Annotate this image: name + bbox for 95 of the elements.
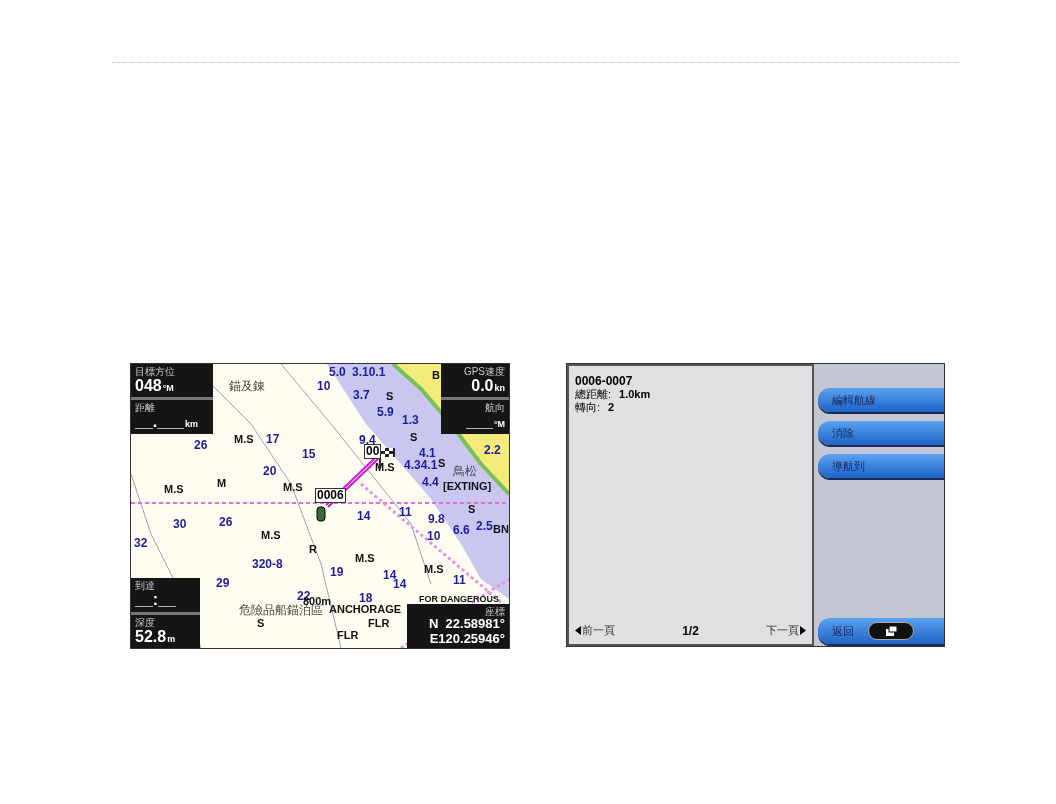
depth-sounding: 3.7	[353, 389, 370, 401]
place-name: 危險品船錨泊區	[239, 604, 323, 616]
depth-sounding: 18	[359, 592, 373, 604]
detail-label: 總距離:	[575, 388, 612, 401]
depth-sounding: 1.3	[402, 414, 419, 426]
field-label: 深度	[135, 616, 156, 628]
depth-sounding: 14	[393, 578, 407, 590]
data-field[interactable]: 航向 ___°M	[441, 400, 509, 434]
depth-sounding: 26	[194, 439, 208, 451]
data-field[interactable]: GPS速度 0.0 kn	[441, 364, 509, 398]
field-value: __:__	[135, 591, 177, 610]
chart-label: S	[438, 458, 446, 469]
chart-label: FLR	[337, 630, 359, 641]
chart-label: S	[257, 618, 265, 629]
boat-icon	[316, 506, 326, 522]
depth-sounding: 3.10.1	[352, 366, 386, 378]
right-triangle-icon	[800, 626, 806, 635]
detail-value: 1.0km	[619, 388, 651, 401]
field-label: GPS速度	[463, 366, 505, 377]
chart-label: M.S	[261, 530, 281, 541]
detail-label: 轉向:	[575, 400, 601, 414]
left-triangle-icon	[575, 626, 581, 635]
chart-label: B	[432, 370, 440, 381]
route-name: 0006-0007	[575, 374, 634, 388]
depth-sounding: 14	[383, 569, 397, 581]
depth-sounding: 19	[330, 566, 344, 578]
chart-label: M.S	[355, 553, 375, 564]
chart-label: FOR DANGEROUS	[419, 595, 499, 604]
chart-label: M.S	[164, 484, 184, 495]
menu-key-icon	[868, 622, 914, 640]
depth-sounding: 5.0	[329, 366, 346, 378]
chart-label: ANCHORAGE	[329, 604, 402, 615]
menu-button[interactable]: 消除	[818, 421, 944, 445]
chart-label: BN	[493, 524, 509, 535]
chart-label: S	[386, 391, 394, 402]
data-field[interactable]: 距離 __.___km	[131, 400, 213, 434]
coordinates-field[interactable]: 座標 N 22.58981° E120.25946°	[407, 604, 509, 648]
chart-label: R	[309, 544, 317, 555]
depth-sounding: 320-8	[252, 558, 283, 570]
field-label: 目標方位	[135, 366, 176, 377]
chart-label: M.S	[234, 434, 254, 445]
depth-sounding: 5.9	[377, 406, 394, 418]
menu-button[interactable]: 編輯航線	[818, 388, 944, 412]
chart-label: FLR	[368, 618, 390, 629]
coordinate-value: E120.25946°	[429, 631, 505, 646]
field-value: __.___km	[135, 413, 199, 432]
depth-sounding: 9.8	[428, 513, 445, 525]
chart-label: [EXTING]	[443, 481, 492, 492]
field-value: 048°M	[135, 377, 175, 396]
field-label: 航向	[485, 402, 505, 414]
field-value: 52.8 m	[135, 627, 177, 646]
depth-sounding: 11	[453, 574, 466, 586]
data-field[interactable]: 深度 52.8 m	[131, 614, 200, 648]
chart-label: M.S	[283, 482, 303, 493]
field-value: 0.0 kn	[471, 377, 505, 396]
place-name: 鳥松	[453, 465, 477, 477]
page-indicator: 1/2	[682, 623, 699, 638]
data-field[interactable]: 到達 __:__	[131, 578, 200, 612]
depth-sounding: 10	[427, 530, 441, 542]
waypoint-label[interactable]: 0006	[315, 488, 346, 504]
menu-button[interactable]: 導航到	[818, 454, 944, 478]
depth-sounding: 32	[134, 537, 148, 549]
depth-sounding: 14	[357, 510, 371, 522]
waypoint-label[interactable]: 00	[364, 444, 382, 460]
depth-sounding: 2.2	[484, 444, 501, 456]
coordinate-value: N 22.58981°	[428, 617, 505, 632]
depth-sounding: 2.5	[476, 520, 493, 532]
previous-page-link[interactable]: 前一頁	[575, 623, 615, 638]
depth-sounding: 15	[302, 448, 316, 460]
place-name: 錨及錬	[229, 380, 265, 392]
chart-label: M	[217, 478, 227, 489]
depth-sounding: 30	[173, 518, 187, 530]
field-value: ___°M	[466, 413, 505, 432]
depth-sounding: 9.4	[359, 434, 376, 446]
data-field[interactable]: 目標方位 048°M	[131, 364, 213, 398]
depth-sounding: 17	[266, 433, 280, 445]
chart-label: S	[468, 504, 476, 515]
field-label: 座標	[485, 606, 505, 618]
field-label: 到達	[135, 580, 156, 592]
depth-sounding: 11	[399, 506, 412, 518]
depth-sounding: 26	[219, 516, 233, 528]
chart-label: M.S	[375, 462, 395, 473]
depth-sounding: 4.34.1	[404, 459, 438, 471]
back-button[interactable]: 返回	[818, 618, 944, 644]
chart-label: S	[410, 432, 418, 443]
depth-sounding: 6.6	[453, 524, 470, 536]
chart-label: M.S	[424, 564, 444, 575]
field-label: 距離	[135, 402, 156, 414]
detail-value: 2	[608, 400, 615, 414]
depth-sounding: 29	[216, 577, 230, 589]
depth-sounding: 10	[317, 380, 331, 392]
depth-sounding: 20	[263, 465, 277, 477]
next-page-link[interactable]: 下一頁	[766, 623, 806, 638]
depth-sounding: 4.4	[422, 476, 439, 488]
depth-sounding: 4.1	[419, 447, 436, 459]
